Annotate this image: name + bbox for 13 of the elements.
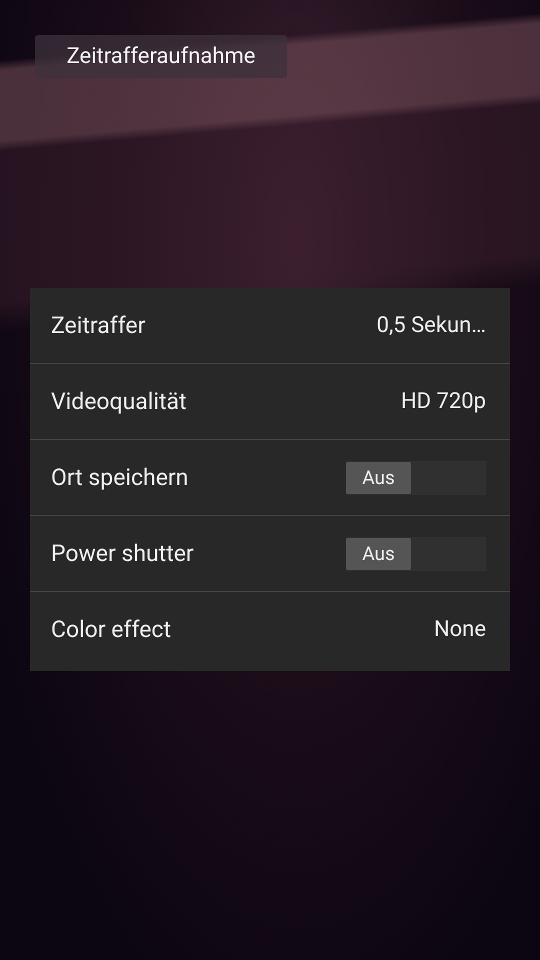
setting-value[interactable]: None [434, 617, 486, 642]
setting-label: Videoqualität [51, 388, 187, 415]
setting-label: Ort speichern [51, 464, 188, 491]
setting-value[interactable]: HD 720p [400, 389, 486, 414]
switch-thumb: Aus [346, 538, 411, 570]
switch-thumb: Aus [346, 462, 411, 494]
setting-value[interactable]: 0,5 Sekun… [376, 313, 486, 338]
setting-label: Color effect [51, 616, 171, 643]
mode-label: Zeitrafferaufnahme [35, 35, 287, 78]
setting-label: Zeitraffer [51, 312, 146, 339]
toggle-switch[interactable]: Aus [346, 536, 486, 570]
setting-label: Power shutter [51, 540, 194, 567]
toggle-switch[interactable]: Aus [346, 460, 486, 494]
